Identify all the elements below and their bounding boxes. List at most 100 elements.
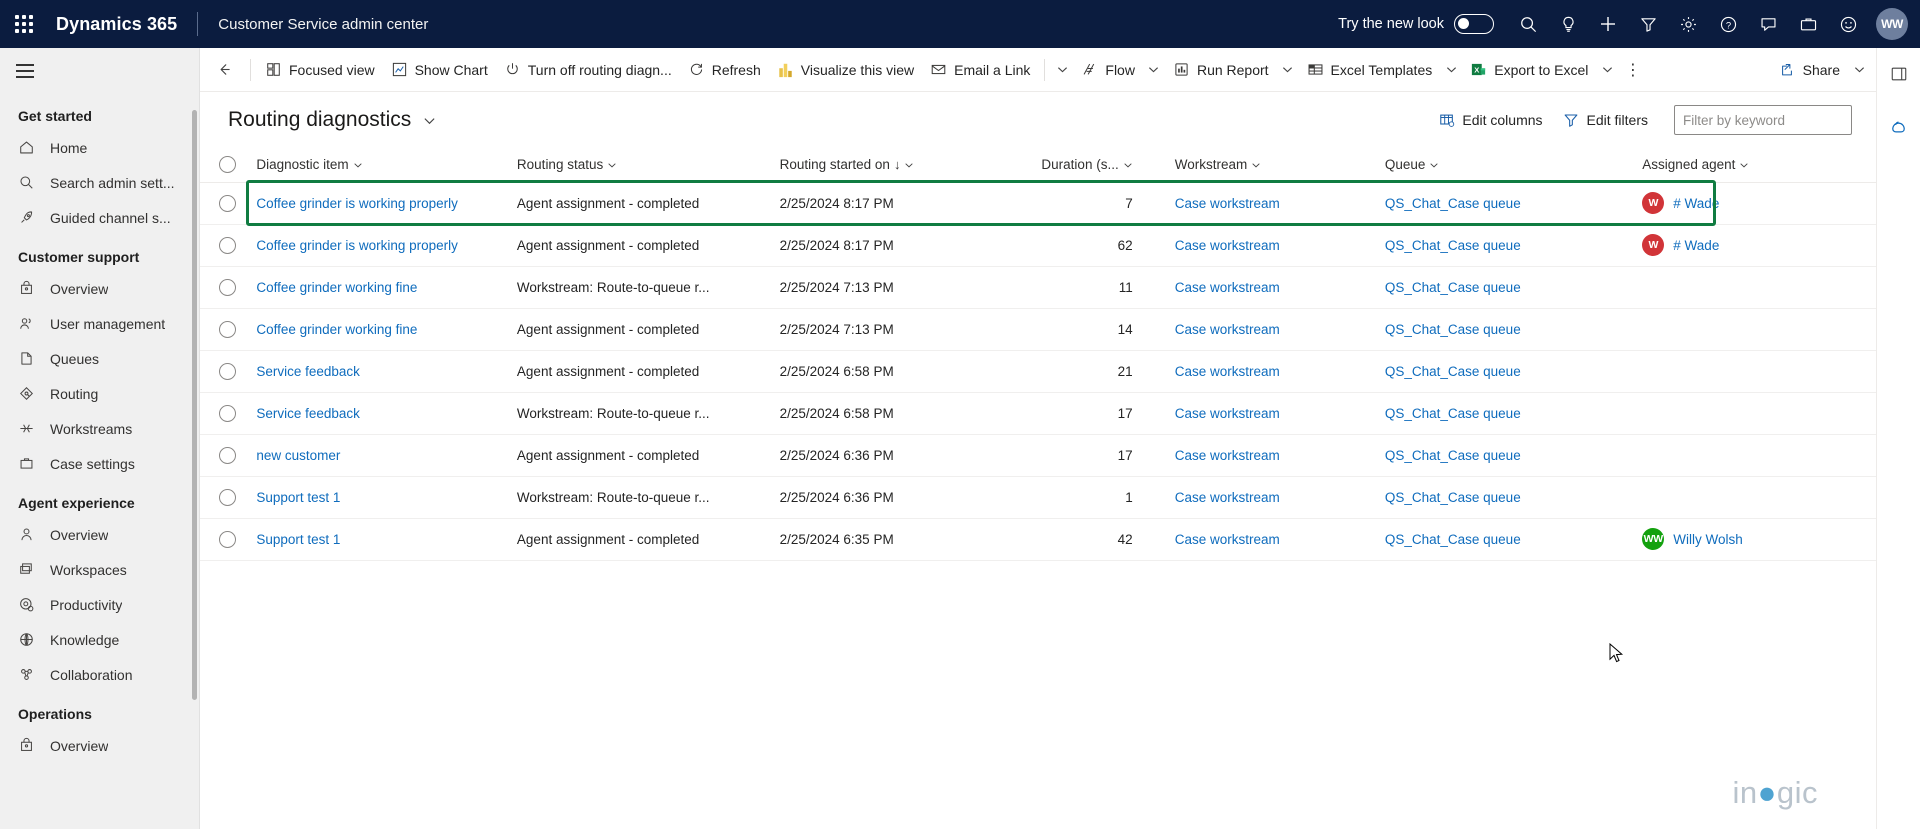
queue-link[interactable]: QS_Chat_Case queue xyxy=(1385,406,1521,421)
sidebar-item-search-admin-sett[interactable]: Search admin sett... xyxy=(0,165,199,200)
row-select-cell[interactable] xyxy=(200,476,248,518)
visualize-this-view-button[interactable]: Visualize this view xyxy=(769,54,922,86)
cell-diagnostic-item[interactable]: new customer xyxy=(248,434,509,476)
feedback-icon[interactable] xyxy=(1748,0,1788,48)
sidebar-item-queues[interactable]: Queues xyxy=(0,341,199,376)
queue-link[interactable]: QS_Chat_Case queue xyxy=(1385,532,1521,547)
cell-diagnostic-item[interactable]: Coffee grinder working fine xyxy=(248,308,509,350)
diagnostic-item-link[interactable]: Support test 1 xyxy=(256,532,340,547)
table-row[interactable]: Service feedbackAgent assignment - compl… xyxy=(200,350,1876,392)
cell-queue[interactable]: QS_Chat_Case queue xyxy=(1377,392,1634,434)
select-all-cell[interactable] xyxy=(200,148,248,182)
agent-link[interactable]: Willy Wolsh xyxy=(1673,532,1743,547)
table-row[interactable]: Coffee grinder working fineWorkstream: R… xyxy=(200,266,1876,308)
row-select-circle-icon[interactable] xyxy=(219,279,236,296)
workstream-link[interactable]: Case workstream xyxy=(1175,238,1280,253)
help-icon[interactable]: ? xyxy=(1708,0,1748,48)
workstream-link[interactable]: Case workstream xyxy=(1175,406,1280,421)
gear-icon[interactable] xyxy=(1668,0,1708,48)
workstream-link[interactable]: Case workstream xyxy=(1175,364,1280,379)
sidebar-item-collaboration[interactable]: Collaboration xyxy=(0,657,199,692)
row-select-circle-icon[interactable] xyxy=(219,363,236,380)
table-row[interactable]: Coffee grinder is working properlyAgent … xyxy=(200,182,1876,224)
diagnostic-item-link[interactable]: Support test 1 xyxy=(256,490,340,505)
row-select-circle-icon[interactable] xyxy=(219,489,236,506)
share-chevron-down-icon[interactable] xyxy=(1848,54,1870,86)
row-select-cell[interactable] xyxy=(200,182,248,224)
sidebar-item-case-settings[interactable]: Case settings xyxy=(0,446,199,481)
row-select-cell[interactable] xyxy=(200,434,248,476)
column-header-duration[interactable]: Duration (s... xyxy=(1032,148,1167,182)
cell-queue[interactable]: QS_Chat_Case queue xyxy=(1377,350,1634,392)
cell-workstream[interactable]: Case workstream xyxy=(1167,182,1377,224)
diagnostic-item-link[interactable]: new customer xyxy=(256,448,340,463)
email-a-link-chevron-down-icon[interactable] xyxy=(1051,54,1073,86)
show-chart-button[interactable]: Show Chart xyxy=(383,54,496,86)
column-header-routing-status[interactable]: Routing status xyxy=(509,148,772,182)
cell-diagnostic-item[interactable]: Support test 1 xyxy=(248,518,509,560)
table-row[interactable]: new customerAgent assignment - completed… xyxy=(200,434,1876,476)
row-select-cell[interactable] xyxy=(200,350,248,392)
cell-diagnostic-item[interactable]: Support test 1 xyxy=(248,476,509,518)
cell-queue[interactable]: QS_Chat_Case queue xyxy=(1377,224,1634,266)
table-row[interactable]: Coffee grinder is working properlyAgent … xyxy=(200,224,1876,266)
queue-link[interactable]: QS_Chat_Case queue xyxy=(1385,448,1521,463)
overflow-menu-button[interactable]: ⋮ xyxy=(1618,54,1648,86)
diagnostic-item-link[interactable]: Coffee grinder working fine xyxy=(256,322,417,337)
cell-queue[interactable]: QS_Chat_Case queue xyxy=(1377,308,1634,350)
run-report-chevron-down-icon[interactable] xyxy=(1277,54,1299,86)
back-arrow-icon[interactable] xyxy=(208,54,240,86)
sidebar-item-productivity[interactable]: Productivity xyxy=(0,587,199,622)
plus-icon[interactable] xyxy=(1588,0,1628,48)
queue-link[interactable]: QS_Chat_Case queue xyxy=(1385,280,1521,295)
cell-workstream[interactable]: Case workstream xyxy=(1167,308,1377,350)
diagnostic-item-link[interactable]: Service feedback xyxy=(256,406,360,421)
cell-queue[interactable]: QS_Chat_Case queue xyxy=(1377,476,1634,518)
email-a-link-button[interactable]: Email a Link xyxy=(922,54,1038,86)
export-to-excel-button[interactable]: XExport to Excel xyxy=(1462,54,1596,86)
sidebar-item-overview[interactable]: Overview xyxy=(0,517,199,552)
cell-diagnostic-item[interactable]: Service feedback xyxy=(248,392,509,434)
flow-chevron-down-icon[interactable] xyxy=(1143,54,1165,86)
column-header-queue[interactable]: Queue xyxy=(1377,148,1634,182)
queue-link[interactable]: QS_Chat_Case queue xyxy=(1385,238,1521,253)
sidebar-item-user-management[interactable]: User management xyxy=(0,306,199,341)
queue-link[interactable]: QS_Chat_Case queue xyxy=(1385,364,1521,379)
cell-queue[interactable]: QS_Chat_Case queue xyxy=(1377,182,1634,224)
cell-workstream[interactable]: Case workstream xyxy=(1167,434,1377,476)
cell-workstream[interactable]: Case workstream xyxy=(1167,476,1377,518)
cell-diagnostic-item[interactable]: Coffee grinder working fine xyxy=(248,266,509,308)
edit-filters-button[interactable]: Edit filters xyxy=(1555,104,1656,136)
row-select-circle-icon[interactable] xyxy=(219,237,236,254)
queue-link[interactable]: QS_Chat_Case queue xyxy=(1385,196,1521,211)
agent-link[interactable]: # Wade xyxy=(1673,238,1719,253)
cell-workstream[interactable]: Case workstream xyxy=(1167,518,1377,560)
row-select-circle-icon[interactable] xyxy=(219,195,236,212)
workstream-link[interactable]: Case workstream xyxy=(1175,280,1280,295)
table-row[interactable]: Coffee grinder working fineAgent assignm… xyxy=(200,308,1876,350)
sidebar-item-overview[interactable]: Overview xyxy=(0,728,199,763)
diagnostic-item-link[interactable]: Coffee grinder is working properly xyxy=(256,238,458,253)
cell-workstream[interactable]: Case workstream xyxy=(1167,392,1377,434)
sidebar-item-workstreams[interactable]: Workstreams xyxy=(0,411,199,446)
turn-off-routing-diagn-button[interactable]: Turn off routing diagn... xyxy=(496,54,680,86)
workstream-link[interactable]: Case workstream xyxy=(1175,322,1280,337)
diagnostic-item-link[interactable]: Service feedback xyxy=(256,364,360,379)
cell-workstream[interactable]: Case workstream xyxy=(1167,350,1377,392)
cell-diagnostic-item[interactable]: Coffee grinder is working properly xyxy=(248,182,509,224)
cell-queue[interactable]: QS_Chat_Case queue xyxy=(1377,434,1634,476)
table-row[interactable]: Support test 1Workstream: Route-to-queue… xyxy=(200,476,1876,518)
queue-link[interactable]: QS_Chat_Case queue xyxy=(1385,322,1521,337)
avatar[interactable]: WW xyxy=(1876,8,1908,40)
edit-columns-button[interactable]: Edit columns xyxy=(1430,104,1550,136)
sidebar-item-guided-channel-s[interactable]: Guided channel s... xyxy=(0,200,199,235)
row-select-circle-icon[interactable] xyxy=(219,531,236,548)
table-row[interactable]: Service feedbackWorkstream: Route-to-que… xyxy=(200,392,1876,434)
new-look-toggle[interactable] xyxy=(1454,14,1494,34)
select-all-circle-icon[interactable] xyxy=(219,156,236,173)
share-button[interactable]: Share xyxy=(1771,54,1848,86)
lightbulb-icon[interactable] xyxy=(1548,0,1588,48)
sidebar-scrollbar[interactable] xyxy=(192,110,197,700)
workstream-link[interactable]: Case workstream xyxy=(1175,532,1280,547)
refresh-button[interactable]: Refresh xyxy=(680,54,769,86)
